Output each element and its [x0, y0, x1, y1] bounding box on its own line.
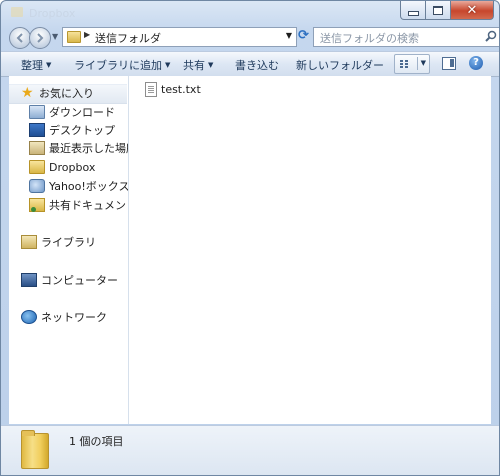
sidebar-item-yahoo-box[interactable]: Yahoo!ボックス	[29, 178, 129, 194]
breadcrumb-arrow-icon[interactable]: ▶	[84, 30, 90, 39]
organize-label: 整理	[21, 59, 43, 72]
libraries-label: ライブラリ	[41, 236, 96, 249]
sidebar-item-desktop[interactable]: デスクトップ	[29, 122, 115, 138]
folder-icon	[21, 430, 49, 469]
computer-label: コンピューター	[41, 274, 118, 287]
sidebar-item-libraries[interactable]: ライブラリ	[21, 234, 96, 250]
network-label: ネットワーク	[41, 311, 107, 324]
burn-button[interactable]: 書き込む	[235, 57, 279, 73]
organize-menu[interactable]: 整理 ▼	[21, 57, 51, 73]
recent-pages-dropdown[interactable]: ▼	[52, 32, 58, 41]
sidebar-item-computer[interactable]: コンピューター	[21, 272, 118, 288]
preview-pane-icon[interactable]	[442, 57, 456, 70]
back-button[interactable]	[9, 27, 31, 49]
maximize-icon	[433, 5, 443, 15]
share-menu[interactable]: 共有 ▼	[183, 57, 213, 73]
sidebar-item-shared-documents[interactable]: 共有ドキュメント (	[29, 197, 129, 213]
item-count: 1 個の項目	[69, 435, 124, 448]
yahoo-box-icon	[29, 179, 45, 193]
view-options-icon	[400, 60, 408, 68]
shared-folder-icon	[29, 198, 45, 212]
chevron-down-icon: ▼	[165, 61, 171, 69]
refresh-icon[interactable]: ⟳	[298, 29, 310, 43]
add-to-library-menu[interactable]: ライブラリに追加 ▼	[74, 57, 170, 73]
search-placeholder[interactable]: 送信フォルダの検索	[320, 30, 419, 46]
sidebar-item-label: ダウンロード	[49, 106, 115, 119]
share-label: 共有	[183, 59, 205, 72]
sidebar-item-favorites[interactable]: ★ お気に入り	[21, 85, 94, 101]
address-history-dropdown-icon[interactable]: ▼	[286, 31, 292, 40]
explorer-window: Dropbox ✕ ▼ ▶ 送信フォルダ ▼ ⟳ 送信フォルダの検索 整理 ▼ …	[0, 0, 500, 476]
caption-buttons: ✕	[400, 1, 494, 20]
new-folder-button[interactable]: 新しいフォルダー	[296, 57, 384, 73]
add-to-library-label: ライブラリに追加	[74, 59, 162, 72]
file-item[interactable]: test.txt	[145, 82, 201, 97]
chevron-down-icon: ▼	[46, 61, 52, 69]
minimize-button[interactable]	[400, 1, 426, 20]
recent-places-icon	[29, 141, 45, 155]
computer-icon	[21, 273, 37, 287]
maximize-button[interactable]	[426, 1, 451, 20]
text-file-icon	[145, 82, 157, 97]
sidebar-item-dropbox[interactable]: Dropbox	[29, 159, 95, 175]
sidebar-item-recent-places[interactable]: 最近表示した場所	[29, 140, 129, 156]
folder-icon	[29, 160, 45, 174]
back-arrow-icon	[16, 33, 23, 43]
network-icon	[21, 310, 37, 324]
search-icon[interactable]	[485, 30, 497, 42]
sidebar-item-label: デスクトップ	[49, 124, 115, 137]
sidebar-item-network[interactable]: ネットワーク	[21, 309, 107, 325]
sidebar-item-label: Yahoo!ボックス	[49, 180, 129, 193]
sidebar-item-label: 最近表示した場所	[49, 142, 129, 155]
navigation-pane: ★ お気に入り ダウンロード デスクトップ 最近表示した場所 Dropbox Y…	[9, 76, 129, 424]
file-list[interactable]: test.txt	[129, 76, 491, 424]
download-folder-icon	[29, 105, 45, 119]
sidebar-item-downloads[interactable]: ダウンロード	[29, 104, 115, 120]
chevron-down-icon: ▼	[208, 61, 214, 69]
minimize-icon	[407, 10, 419, 16]
navigation-row: ▼ ▶ 送信フォルダ ▼ ⟳ 送信フォルダの検索	[9, 27, 499, 49]
folder-icon	[67, 31, 81, 43]
close-button[interactable]: ✕	[451, 1, 494, 20]
sidebar-item-label: 共有ドキュメント (	[49, 199, 129, 212]
details-pane: 1 個の項目	[1, 425, 499, 475]
help-icon[interactable]: ?	[469, 56, 483, 70]
address-bar[interactable]: ▶ 送信フォルダ ▼	[62, 27, 297, 47]
library-icon	[21, 235, 37, 249]
search-box[interactable]: 送信フォルダの検索	[313, 27, 499, 47]
view-button-divider	[417, 57, 418, 70]
chevron-down-icon[interactable]: ▼	[421, 59, 426, 67]
breadcrumb-current[interactable]: 送信フォルダ	[95, 30, 161, 46]
file-name: test.txt	[161, 83, 201, 96]
ghost-window-title: Dropbox	[29, 7, 76, 20]
star-icon: ★	[21, 85, 34, 101]
desktop-icon	[29, 123, 45, 137]
forward-button[interactable]	[29, 27, 51, 49]
change-view-button[interactable]: ▼	[394, 54, 430, 74]
preview-pane-bar	[450, 59, 454, 67]
sidebar-item-label: Dropbox	[49, 160, 96, 174]
close-icon: ✕	[466, 2, 478, 18]
favorites-label: お気に入り	[39, 87, 94, 100]
forward-arrow-icon	[37, 33, 44, 43]
ghost-folder-icon	[11, 7, 23, 17]
command-bar: 整理 ▼ ライブラリに追加 ▼ 共有 ▼ 書き込む 新しいフォルダー ▼ ?	[1, 51, 499, 77]
